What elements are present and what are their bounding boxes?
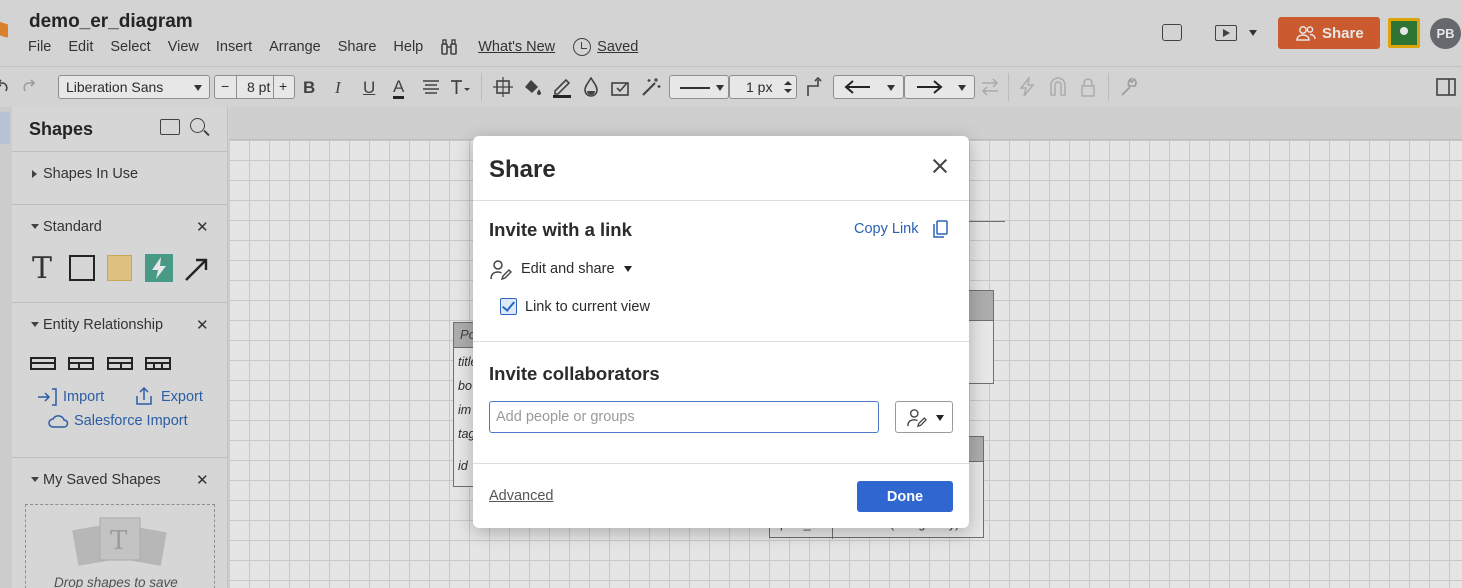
dialog-title: Share [489, 156, 556, 183]
link-current-view-label[interactable]: Link to current view [525, 299, 650, 315]
link-permission-select[interactable]: Edit and share [521, 261, 615, 277]
add-people-input[interactable] [489, 401, 879, 433]
collaborator-permission-select[interactable] [895, 401, 953, 433]
divider [473, 463, 969, 464]
invite-collaborators-heading: Invite collaborators [489, 363, 660, 384]
user-edit-icon [490, 260, 512, 281]
link-current-view-checkbox[interactable] [500, 298, 517, 315]
chevron-down-icon[interactable] [624, 266, 632, 272]
divider [473, 341, 969, 342]
share-dialog: Share Invite with a link Copy Link Edit … [473, 136, 969, 528]
done-button[interactable]: Done [857, 481, 953, 512]
divider [473, 200, 969, 201]
copy-link-button[interactable]: Copy Link [854, 221, 918, 237]
invite-link-heading: Invite with a link [489, 219, 632, 240]
copy-icon[interactable] [932, 220, 948, 239]
advanced-link[interactable]: Advanced [489, 488, 554, 504]
chevron-down-icon [936, 415, 944, 421]
user-edit-icon [907, 409, 927, 428]
close-icon[interactable] [932, 158, 948, 174]
